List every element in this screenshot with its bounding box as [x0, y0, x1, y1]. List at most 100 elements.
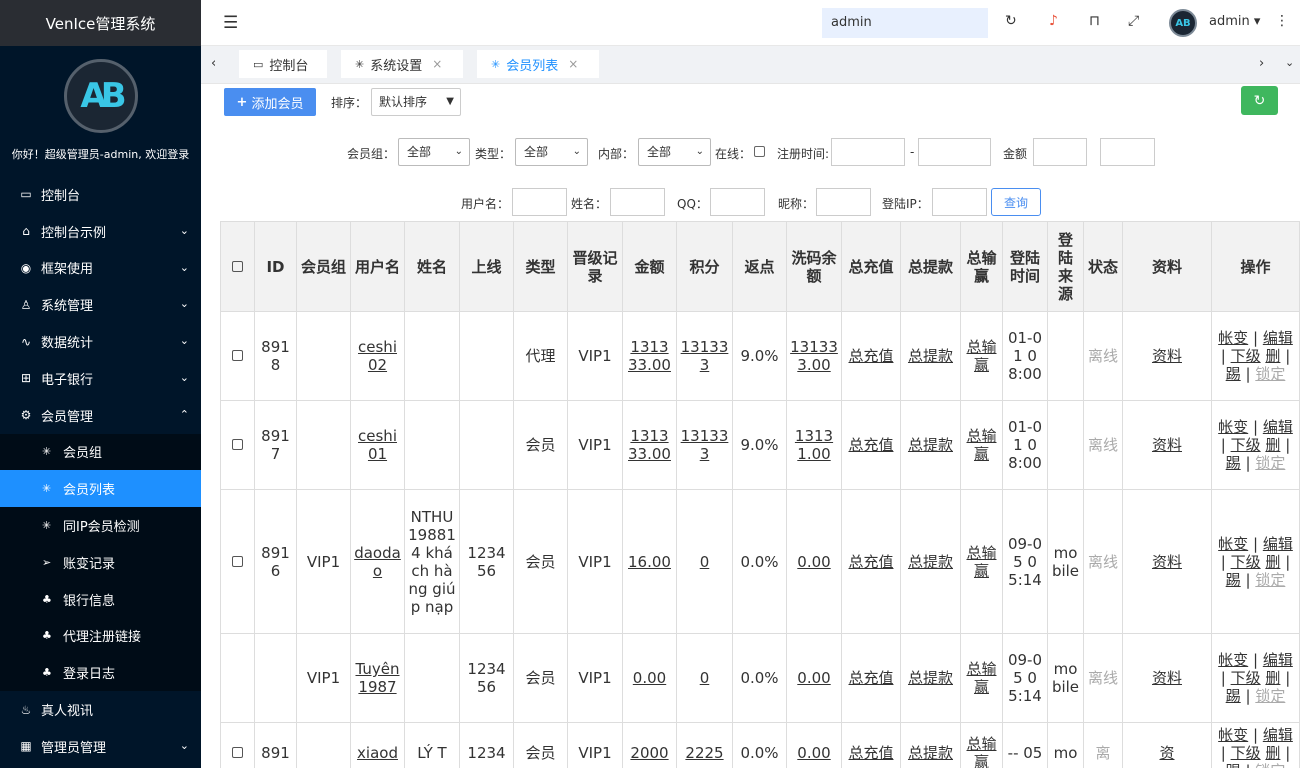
cell-total-recharge-link[interactable]: 总充值	[848, 436, 893, 454]
account-change-link[interactable]: 帐变	[1218, 535, 1248, 553]
cell-amount-link[interactable]: 2000	[630, 744, 668, 762]
lock-icon[interactable]: ⊓	[1089, 13, 1100, 29]
delete-link[interactable]: 删	[1265, 436, 1280, 454]
login-ip-input[interactable]	[932, 188, 987, 216]
subordinate-link[interactable]: 下级	[1231, 553, 1261, 571]
bell-icon[interactable]: ♪	[1049, 13, 1058, 29]
header-avatar[interactable]: AB	[1169, 9, 1197, 37]
cell-username-link[interactable]: daodao	[354, 544, 401, 580]
sidebar-item-console[interactable]: ▭ 控制台	[0, 176, 201, 213]
col-header[interactable]: 姓名	[404, 221, 460, 312]
cell-total-withdraw-link[interactable]: 总提款	[908, 553, 953, 571]
menu-toggle-icon[interactable]: ☰	[223, 13, 238, 33]
sidebar-sub-account-changes[interactable]: ➢ 账变记录	[0, 543, 201, 581]
qq-input[interactable]	[710, 188, 765, 216]
cell-points-link[interactable]: 131333	[681, 338, 729, 374]
tab-scroll-right-icon[interactable]: ›	[1259, 56, 1264, 71]
sidebar-item-members[interactable]: ⚙ 会员管理 ⌃	[0, 397, 201, 434]
cell-total-withdraw-link[interactable]: 总提款	[908, 669, 953, 687]
subordinate-link[interactable]: 下级	[1231, 436, 1261, 454]
col-header[interactable]: 上线	[459, 221, 514, 312]
cell-total-winloss-link[interactable]: 总输赢	[966, 544, 996, 580]
refresh-button[interactable]: ↻	[1241, 86, 1278, 115]
cell-username-link[interactable]: ceshi02	[358, 338, 397, 374]
tab-menu-icon[interactable]: ⌄	[1285, 56, 1294, 69]
cell-amount-link[interactable]: 0.00	[633, 669, 666, 687]
sidebar-sub-same-ip[interactable]: ✳ 同IP会员检测	[0, 507, 201, 544]
cell-username-link[interactable]: xiaod	[357, 744, 398, 762]
col-header[interactable]: 晋级记录	[567, 221, 623, 312]
cell-amount-link[interactable]: 131333.00	[628, 338, 671, 374]
nickname-input[interactable]	[816, 188, 871, 216]
amount-min-input[interactable]	[1033, 138, 1087, 166]
account-change-link[interactable]: 帐变	[1218, 726, 1248, 744]
subordinate-link[interactable]: 下级	[1231, 744, 1261, 762]
sidebar-sub-member-group[interactable]: ✳ 会员组	[0, 433, 201, 471]
col-header[interactable]: 总提款	[900, 221, 961, 312]
edit-link[interactable]: 编辑	[1263, 535, 1293, 553]
cell-total-winloss-link[interactable]: 总输赢	[966, 427, 996, 463]
cell-wash-balance-link[interactable]: 0.00	[797, 744, 830, 762]
row-checkbox[interactable]	[232, 439, 243, 450]
cell-wash-balance-link[interactable]: 0.00	[797, 669, 830, 687]
close-icon[interactable]: ×	[568, 57, 578, 71]
col-header[interactable]: 操作	[1211, 221, 1300, 312]
cell-points-link[interactable]: 0	[700, 669, 710, 687]
cell-total-recharge-link[interactable]: 总充值	[848, 347, 893, 365]
cell-wash-balance-link[interactable]: 0.00	[797, 553, 830, 571]
row-checkbox[interactable]	[232, 350, 243, 361]
col-header[interactable]: 登陆时间	[1002, 221, 1048, 312]
cell-total-winloss-link[interactable]: 总输赢	[966, 338, 996, 374]
sidebar-sub-login-log[interactable]: ♣ 登录日志	[0, 654, 201, 692]
sort-select[interactable]: 默认排序 ▼	[371, 88, 461, 116]
header-search-input[interactable]: admin	[822, 8, 988, 38]
cell-profile-link[interactable]: 资	[1159, 744, 1174, 762]
kick-link[interactable]: 踢	[1226, 762, 1241, 768]
subordinate-link[interactable]: 下级	[1231, 669, 1261, 687]
sidebar-item-system[interactable]: ♙ 系统管理 ⌄	[0, 286, 201, 323]
cell-total-winloss-link[interactable]: 总输赢	[966, 735, 996, 768]
edit-link[interactable]: 编辑	[1263, 726, 1293, 744]
cell-profile-link[interactable]: 资料	[1152, 347, 1182, 365]
close-icon[interactable]: ×	[432, 57, 442, 71]
add-member-button[interactable]: + 添加会员	[224, 88, 316, 116]
cell-total-withdraw-link[interactable]: 总提款	[908, 744, 953, 762]
query-button[interactable]: 查询	[991, 188, 1041, 216]
cell-total-recharge-link[interactable]: 总充值	[848, 553, 893, 571]
sidebar-item-console-example[interactable]: ⌂ 控制台示例 ⌄	[0, 213, 201, 250]
col-header[interactable]: 金额	[622, 221, 677, 312]
col-header[interactable]: 资料	[1122, 221, 1212, 312]
select-all-checkbox[interactable]	[232, 260, 243, 272]
amount-max-input[interactable]	[1100, 138, 1155, 166]
subordinate-link[interactable]: 下级	[1231, 347, 1261, 365]
edit-link[interactable]: 编辑	[1263, 651, 1293, 669]
cell-amount-link[interactable]: 131333.00	[628, 427, 671, 463]
cell-profile-link[interactable]: 资料	[1152, 669, 1182, 687]
member-group-select[interactable]: 全部 ⌄	[398, 138, 470, 166]
cell-wash-balance-link[interactable]: 131333.00	[790, 338, 838, 374]
account-change-link[interactable]: 帐变	[1218, 418, 1248, 436]
col-header[interactable]: ID	[254, 221, 297, 312]
tab-scroll-left-icon[interactable]: ‹	[211, 56, 216, 71]
cell-points-link[interactable]: 0	[700, 553, 710, 571]
sidebar-item-framework[interactable]: ◉ 框架使用 ⌄	[0, 250, 201, 287]
lock-link[interactable]: 锁定	[1255, 762, 1285, 768]
lock-link[interactable]: 锁定	[1255, 454, 1285, 472]
cell-username-link[interactable]: Tuyên 1987	[355, 660, 399, 696]
cell-total-withdraw-link[interactable]: 总提款	[908, 436, 953, 454]
cell-username-link[interactable]: ceshi01	[358, 427, 397, 463]
username-input[interactable]	[512, 188, 567, 216]
col-header[interactable]: 会员组	[296, 221, 351, 312]
delete-link[interactable]: 删	[1265, 669, 1280, 687]
fullscreen-icon[interactable]: ⤢	[1128, 13, 1139, 29]
sidebar-item-live-video[interactable]: ♨ 真人视讯	[0, 691, 201, 728]
internal-select[interactable]: 全部 ⌄	[638, 138, 711, 166]
col-header[interactable]: 洗码余额	[786, 221, 842, 312]
row-checkbox[interactable]	[232, 555, 243, 567]
tab-system-settings[interactable]: ✳ 系统设置 ×	[341, 50, 463, 78]
edit-link[interactable]: 编辑	[1263, 329, 1293, 347]
cell-total-withdraw-link[interactable]: 总提款	[908, 347, 953, 365]
refresh-icon[interactable]: ↻	[1005, 13, 1017, 29]
sidebar-sub-member-list[interactable]: ✳ 会员列表	[0, 470, 201, 508]
cell-total-winloss-link[interactable]: 总输赢	[966, 660, 996, 696]
